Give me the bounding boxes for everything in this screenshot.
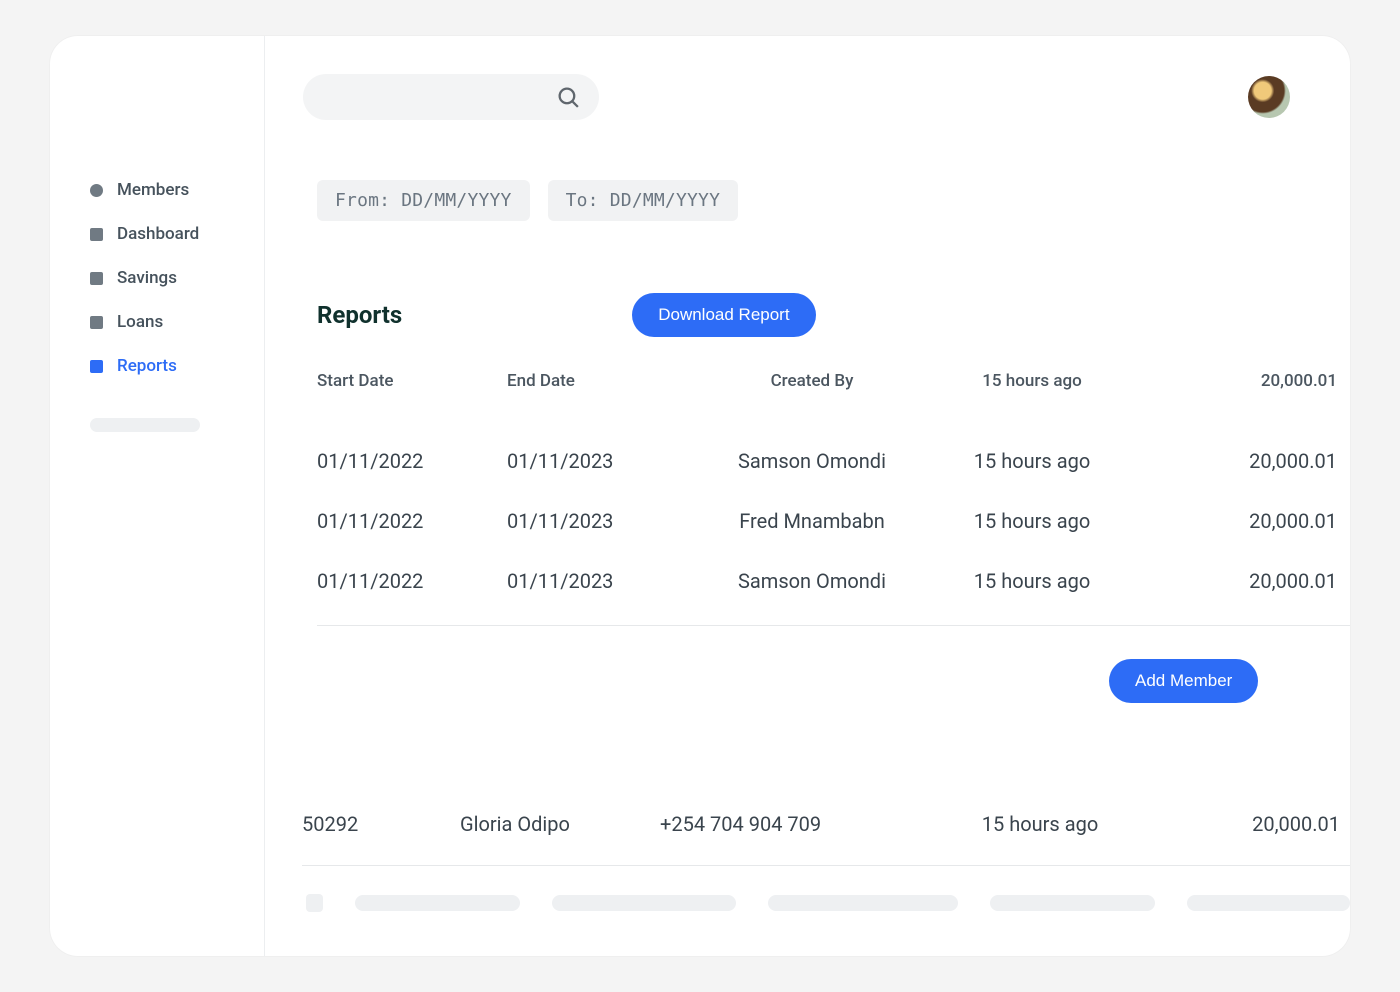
sidebar-item-label: Reports <box>117 356 177 376</box>
member-row[interactable]: 50292 Gloria Odipo +254 704 904 709 15 h… <box>302 812 1350 836</box>
sidebar-item-members[interactable]: Members <box>90 168 246 212</box>
cell-method: Cash <box>1337 449 1350 473</box>
th-created-by: Created By <box>697 371 927 391</box>
cell-start: 01/11/2022 <box>317 569 507 593</box>
sidebar-item-label: Loans <box>117 312 163 332</box>
add-member-button[interactable]: Add Member <box>1109 659 1258 703</box>
table-row[interactable]: 01/11/2022 01/11/2023 Fred Mnambabn 15 h… <box>317 491 1350 551</box>
cell-method: Cash <box>1337 569 1350 593</box>
table-row[interactable]: 01/11/2022 01/11/2023 Samson Omondi 15 h… <box>317 431 1350 491</box>
square-icon <box>90 360 103 373</box>
cell-created-by: Samson Omondi <box>697 449 927 473</box>
cell-amount: 20,000.01 <box>1137 509 1337 533</box>
search-icon <box>556 85 581 110</box>
cell-method: Cash <box>1340 812 1350 836</box>
square-icon <box>90 316 103 329</box>
page-title: Reports <box>317 301 402 329</box>
skeleton-checkbox <box>306 894 323 912</box>
skeleton-row <box>306 894 1350 912</box>
sidebar-item-dashboard[interactable]: Dashboard <box>90 212 246 256</box>
sidebar-item-savings[interactable]: Savings <box>90 256 246 300</box>
avatar[interactable] <box>1248 76 1290 118</box>
from-date-input[interactable]: From: DD/MM/YYYY <box>317 180 530 221</box>
cell-time: 15 hours ago <box>927 449 1137 473</box>
sidebar-item-loans[interactable]: Loans <box>90 300 246 344</box>
cell-id: 50292 <box>302 812 460 836</box>
table-row[interactable]: 01/11/2022 01/11/2023 Samson Omondi 15 h… <box>317 551 1350 611</box>
table-separator <box>317 625 1350 626</box>
member-separator <box>302 865 1350 866</box>
circle-icon <box>90 184 103 197</box>
skeleton-pill <box>1187 895 1350 911</box>
cell-method: Cash <box>1337 509 1350 533</box>
topbar <box>303 74 1350 120</box>
cell-end: 01/11/2023 <box>507 509 697 533</box>
cell-amount: 20,000.01 <box>1137 569 1337 593</box>
cell-phone: +254 704 904 709 <box>660 812 930 836</box>
cell-end: 01/11/2023 <box>507 449 697 473</box>
cell-time: 15 hours ago <box>927 569 1137 593</box>
skeleton-pill <box>990 895 1155 911</box>
date-filters: From: DD/MM/YYYY To: DD/MM/YYYY <box>303 180 1350 221</box>
sidebar-skeleton <box>90 418 200 432</box>
cell-created-by: Samson Omondi <box>697 569 927 593</box>
cell-start: 01/11/2022 <box>317 449 507 473</box>
cell-name: Gloria Odipo <box>460 812 660 836</box>
skeleton-pill <box>355 895 520 911</box>
cell-time: 15 hours ago <box>927 509 1137 533</box>
th-end: End Date <box>507 371 697 391</box>
skeleton-pill <box>552 895 736 911</box>
th-time: 15 hours ago <box>927 371 1137 391</box>
square-icon <box>90 228 103 241</box>
sidebar-item-label: Members <box>117 180 189 200</box>
table-header: Start Date End Date Created By 15 hours … <box>317 371 1350 391</box>
cell-end: 01/11/2023 <box>507 569 697 593</box>
sidebar: Members Dashboard Savings Loans Reports <box>50 36 265 956</box>
download-report-button[interactable]: Download Report <box>632 293 815 337</box>
to-date-input[interactable]: To: DD/MM/YYYY <box>548 180 739 221</box>
cell-created-by: Fred Mnambabn <box>697 509 927 533</box>
search-input[interactable] <box>303 74 599 120</box>
th-start: Start Date <box>317 371 507 391</box>
cell-start: 01/11/2022 <box>317 509 507 533</box>
sidebar-item-label: Savings <box>117 268 177 288</box>
skeleton-pill <box>768 895 958 911</box>
th-method: Cash <box>1337 371 1350 391</box>
app-window: Members Dashboard Savings Loans Reports <box>50 36 1350 956</box>
th-amount: 20,000.01 <box>1137 371 1337 391</box>
cell-amount: 20,000.01 <box>1137 449 1337 473</box>
section-header: Reports Download Report <box>303 293 1350 337</box>
sidebar-item-label: Dashboard <box>117 224 199 244</box>
sidebar-item-reports[interactable]: Reports <box>90 344 246 388</box>
reports-table: Start Date End Date Created By 15 hours … <box>303 371 1350 956</box>
cell-amount: 20,000.01 <box>1150 812 1340 836</box>
square-icon <box>90 272 103 285</box>
cell-time: 15 hours ago <box>930 812 1150 836</box>
